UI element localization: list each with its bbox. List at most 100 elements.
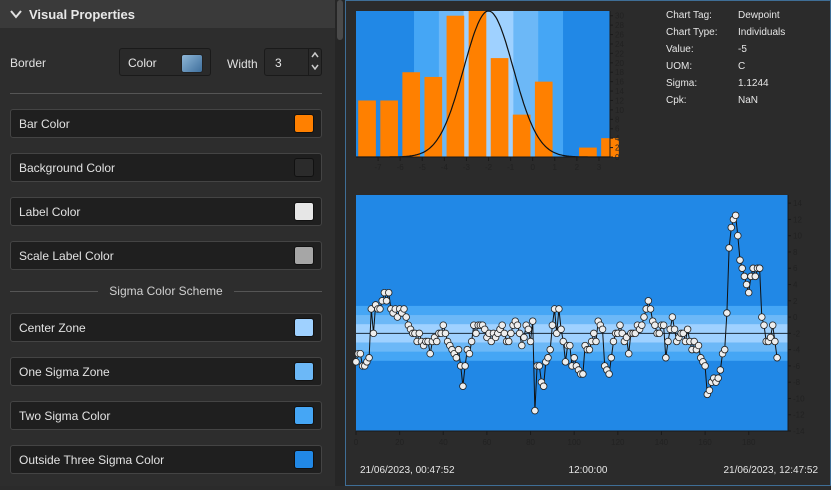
data-point bbox=[520, 333, 528, 342]
chevron-down-icon bbox=[10, 10, 22, 19]
data-point bbox=[439, 321, 447, 329]
outside-three-sigma-color-row[interactable]: Outside Three Sigma Color bbox=[10, 445, 322, 474]
spin-up-icon[interactable] bbox=[309, 49, 321, 61]
background-color-swatch[interactable] bbox=[294, 158, 314, 177]
data-point bbox=[727, 223, 735, 232]
data-point bbox=[758, 313, 766, 321]
data-point bbox=[465, 349, 474, 358]
one-sigma-zone-label: One Sigma Zone bbox=[19, 365, 110, 379]
scale-label-color-row[interactable]: Scale Label Color bbox=[10, 241, 322, 270]
data-point bbox=[566, 341, 574, 350]
histogram-x-tick-label: -6 bbox=[397, 163, 405, 172]
bar-color-row[interactable]: Bar Color bbox=[10, 109, 322, 138]
sigma-section-header: Sigma Color Scheme bbox=[10, 284, 322, 298]
two-sigma-color-label: Two Sigma Color bbox=[19, 409, 111, 423]
control-y-tick-label: -8 bbox=[793, 378, 801, 387]
two-sigma-color-row[interactable]: Two Sigma Color bbox=[10, 401, 322, 430]
data-point bbox=[662, 354, 670, 362]
data-point bbox=[529, 317, 537, 325]
data-point bbox=[714, 374, 722, 382]
data-point bbox=[385, 288, 393, 297]
histogram-bar bbox=[402, 72, 421, 157]
label-color-swatch[interactable] bbox=[294, 202, 314, 221]
control-x-tick-label: 0 bbox=[354, 438, 359, 447]
two-sigma-color-swatch[interactable] bbox=[294, 406, 314, 425]
time-axis-labels: 21/06/2023, 00:47:52 12:00:00 21/06/2023, … bbox=[360, 465, 818, 476]
data-point bbox=[441, 329, 450, 338]
label-color-label: Label Color bbox=[19, 205, 81, 219]
histogram-y-tick-label: 20 bbox=[615, 59, 624, 68]
bar-color-swatch[interactable] bbox=[294, 114, 314, 133]
data-point bbox=[721, 345, 729, 354]
data-point bbox=[376, 305, 384, 313]
data-point bbox=[592, 337, 600, 346]
individuals-chart: 0 20 40 60 80 100 120 140 160 18014121086420-2-4-… bbox=[352, 195, 805, 447]
histogram-bar bbox=[490, 58, 509, 158]
info-key: Sigma: bbox=[666, 78, 697, 89]
data-point bbox=[755, 264, 764, 272]
data-point bbox=[467, 337, 476, 346]
scrollbar-thumb[interactable] bbox=[337, 0, 343, 40]
data-point bbox=[683, 325, 692, 333]
data-point bbox=[505, 337, 513, 346]
section-line-right bbox=[234, 291, 322, 292]
border-type-dropdown[interactable]: Color bbox=[119, 48, 211, 76]
data-point bbox=[555, 305, 563, 313]
data-point bbox=[640, 313, 648, 321]
data-point bbox=[609, 337, 618, 346]
info-value: -5 bbox=[738, 44, 747, 55]
data-point bbox=[701, 362, 709, 370]
histogram-x-tick-label: 0 bbox=[530, 163, 535, 172]
data-point bbox=[507, 329, 515, 338]
info-table: Chart Tag: Dewpoint Chart Type: Individuals… bbox=[666, 10, 785, 106]
background-color-row[interactable]: Background Color bbox=[10, 153, 322, 182]
width-input[interactable]: 3 bbox=[264, 48, 322, 76]
histogram-bar bbox=[534, 81, 553, 157]
data-point bbox=[526, 337, 535, 346]
data-point bbox=[694, 341, 703, 350]
histogram-y-tick-label: 4 bbox=[615, 134, 620, 143]
data-point bbox=[539, 382, 548, 390]
one-sigma-zone-swatch[interactable] bbox=[294, 362, 314, 381]
histogram-y-tick-label: 18 bbox=[615, 68, 624, 77]
chart-canvas: -7 -6 -5 -4 -3 -2 -1 0 1 2 30246810121416182022242… bbox=[352, 10, 818, 476]
histogram-x-tick-label: -5 bbox=[419, 163, 427, 172]
histogram-x-tick-label: -2 bbox=[485, 163, 493, 172]
one-sigma-zone-row[interactable]: One Sigma Zone bbox=[10, 357, 322, 386]
scale-label-color-swatch[interactable] bbox=[294, 246, 314, 265]
control-y-tick-label: 6 bbox=[793, 264, 798, 273]
label-color-row[interactable]: Label Color bbox=[10, 197, 322, 226]
data-point bbox=[433, 337, 441, 346]
histogram-y-tick-label: 16 bbox=[615, 78, 624, 87]
histogram-x-tick-label: -1 bbox=[507, 163, 515, 172]
data-point bbox=[760, 321, 768, 329]
data-point bbox=[524, 325, 533, 333]
data-point bbox=[607, 354, 615, 362]
histogram-x-tick-label: -7 bbox=[375, 163, 383, 172]
panel-title: Visual Properties bbox=[29, 6, 135, 22]
data-point bbox=[716, 366, 725, 374]
control-y-tick-label: -10 bbox=[793, 394, 805, 403]
outside-three-sigma-color-swatch[interactable] bbox=[294, 450, 314, 469]
histogram-bar bbox=[512, 114, 531, 157]
histogram-x-tick-label: -3 bbox=[463, 163, 471, 172]
info-key: Cpk: bbox=[666, 95, 687, 106]
control-y-tick-label: 2 bbox=[793, 297, 798, 306]
control-x-tick-label: 100 bbox=[568, 438, 582, 447]
control-x-tick-label: 40 bbox=[439, 438, 448, 447]
time-label: 21/06/2023, 00:47:52 bbox=[360, 465, 455, 476]
border-color-swatch[interactable] bbox=[181, 54, 203, 73]
width-spinner[interactable] bbox=[308, 49, 321, 75]
control-x-tick-label: 20 bbox=[395, 438, 404, 447]
center-zone-row[interactable]: Center Zone bbox=[10, 313, 322, 342]
panel-header[interactable]: Visual Properties bbox=[0, 0, 335, 28]
data-point bbox=[459, 382, 467, 390]
data-point bbox=[461, 362, 469, 370]
center-zone-swatch[interactable] bbox=[294, 318, 314, 337]
spin-down-icon[interactable] bbox=[309, 61, 321, 73]
data-point bbox=[638, 321, 646, 329]
data-point bbox=[745, 288, 753, 297]
panel-scrollbar[interactable] bbox=[335, 0, 345, 486]
histogram-y-tick-label: 22 bbox=[615, 49, 624, 58]
control-y-tick-label: 10 bbox=[793, 232, 802, 241]
